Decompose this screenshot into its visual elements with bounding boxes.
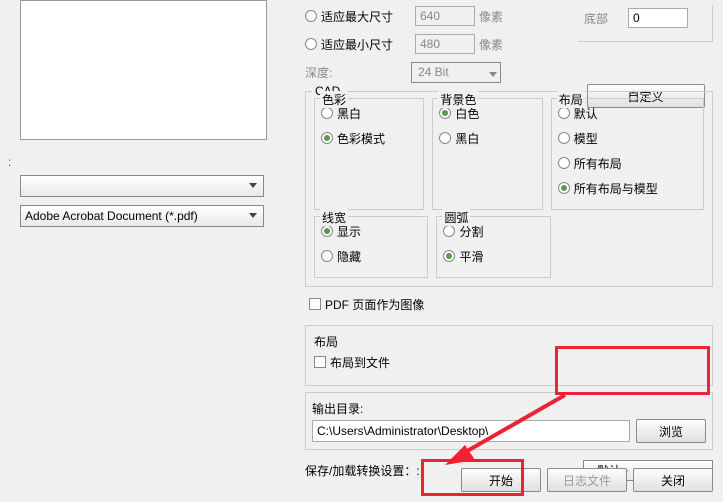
layout-fieldset: 布局 布局到文件 [305,325,713,386]
px-unit: 像素 [479,8,503,25]
chevron-down-icon [247,180,259,192]
color-group: 色彩 黑白 色彩模式 [314,98,424,210]
layout-all-radio[interactable] [558,157,570,169]
bottom-label: 底部 [584,10,624,27]
layout-to-file-checkbox[interactable] [314,356,326,368]
layout-to-file-label: 布局到文件 [330,354,390,371]
layout-all-model-radio[interactable] [558,182,570,194]
layout-title: 布局 [314,333,704,350]
linew-hide-radio[interactable] [321,250,333,262]
filter-dropdown-1[interactable] [20,175,264,197]
start-button[interactable]: 开始 [461,468,541,492]
output-fieldset: 输出目录: C:\Users\Administrator\Desktop\ 浏览 [305,392,713,450]
fit-min-label: 适应最小尺寸 [321,36,411,53]
cad-fieldset: CAD 色彩 黑白 色彩模式 背景色 白色 黑白 布局 默认 模型 所有布局 [305,91,713,287]
bg-white-radio[interactable] [439,107,451,119]
output-label: 输出目录: [312,400,706,417]
preview-area [20,0,267,140]
label-marker: : [8,155,11,169]
arc-smooth-radio[interactable] [443,250,455,262]
depth-dropdown[interactable]: 24 Bit [411,62,501,83]
color-bw-radio[interactable] [321,107,333,119]
pdf-as-image-checkbox[interactable] [309,298,321,310]
format-dropdown-value: Adobe Acrobat Document (*.pdf) [25,209,198,223]
linew-show-radio[interactable] [321,225,333,237]
bg-bw-radio[interactable] [439,132,451,144]
px-unit: 像素 [479,36,503,53]
fit-min-radio[interactable] [305,38,317,50]
color-mode-radio[interactable] [321,132,333,144]
log-button[interactable]: 日志文件 [547,468,627,492]
fit-min-input[interactable]: 480 [415,34,475,54]
pdf-as-image-label: PDF 页面作为图像 [325,296,424,313]
chevron-down-icon [489,67,497,81]
layout-group: 布局 默认 模型 所有布局 所有布局与模型 [551,98,704,210]
chevron-down-icon [247,210,259,222]
linewidth-group: 线宽 显示 隐藏 [314,216,428,278]
browse-button[interactable]: 浏览 [636,419,706,443]
format-dropdown[interactable]: Adobe Acrobat Document (*.pdf) [20,205,264,227]
fit-max-input[interactable]: 640 [415,6,475,26]
bottom-input[interactable]: 0 [628,8,688,28]
fit-max-label: 适应最大尺寸 [321,8,411,25]
arc-split-radio[interactable] [443,225,455,237]
output-path-input[interactable]: C:\Users\Administrator\Desktop\ [312,420,630,442]
arc-group: 圆弧 分割 平滑 [436,216,550,278]
fit-max-radio[interactable] [305,10,317,22]
depth-label: 深度: [305,64,411,81]
layout-model-radio[interactable] [558,132,570,144]
layout-default-radio[interactable] [558,107,570,119]
close-button[interactable]: 关闭 [633,468,713,492]
bgcolor-group: 背景色 白色 黑白 [432,98,542,210]
